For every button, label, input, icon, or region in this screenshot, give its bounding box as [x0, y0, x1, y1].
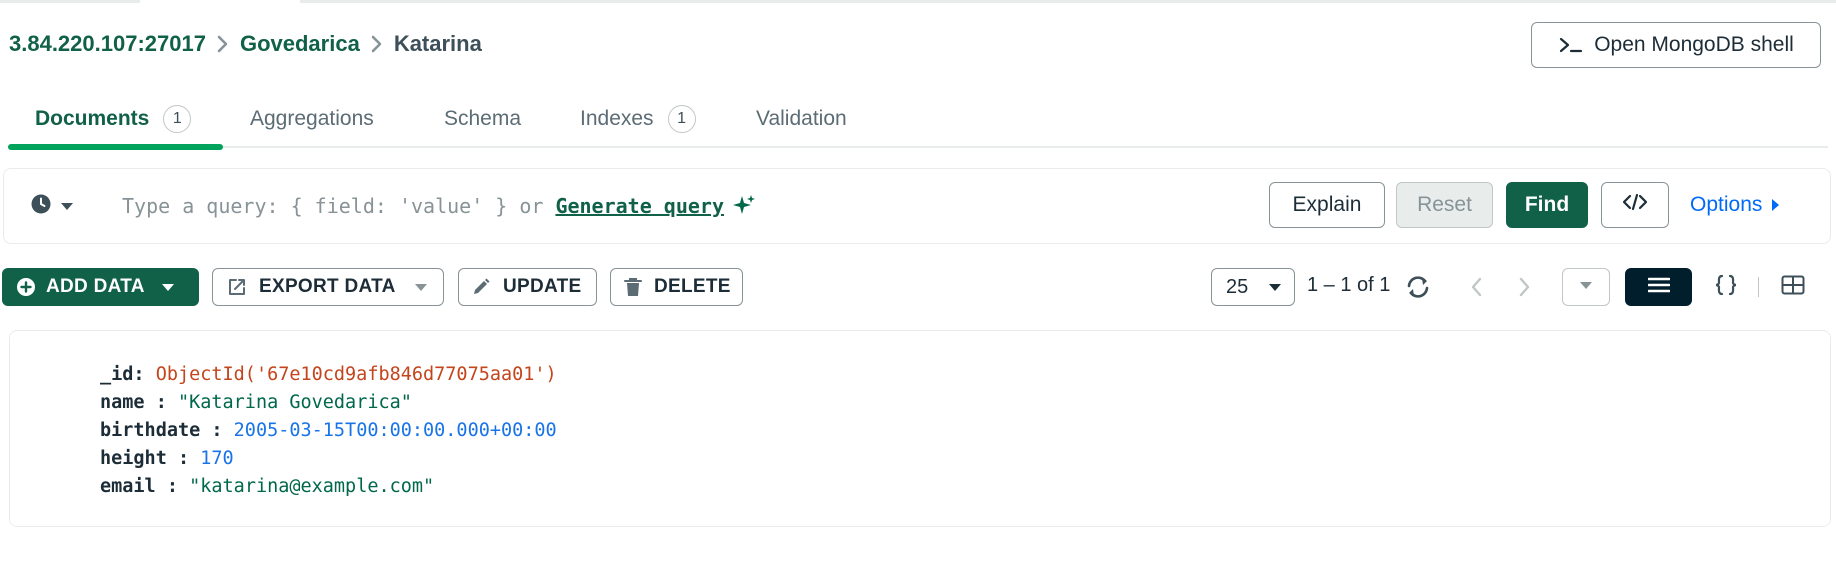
chevron-right-icon [216, 34, 230, 54]
top-border [0, 0, 1836, 3]
options-label: Options [1690, 193, 1763, 216]
explain-button[interactable]: Explain [1269, 182, 1385, 228]
code-icon [1622, 192, 1648, 218]
view-toggle [1625, 268, 1826, 306]
generate-query-link[interactable]: Generate query [555, 194, 724, 218]
update-button[interactable]: UPDATE [458, 268, 597, 306]
page-size-select[interactable]: 25 [1211, 268, 1295, 306]
add-data-button[interactable]: ADD DATA [2, 268, 199, 306]
active-tab-indicator [8, 144, 223, 150]
trash-icon [624, 277, 642, 297]
field-value[interactable]: 170 [200, 445, 233, 473]
tab-indexes[interactable]: Indexes 1 [580, 92, 696, 146]
chevron-down-icon [414, 282, 428, 292]
tab-schema-label: Schema [444, 107, 522, 130]
refresh-icon[interactable] [1405, 275, 1431, 299]
document-field-birthdate: birthdate : 2005-03-15T00:00:00.000+00:0… [100, 417, 557, 445]
terminal-icon [1558, 35, 1584, 55]
open-shell-button[interactable]: Open MongoDB shell [1531, 22, 1821, 68]
document-field-email: email : "katarina@example.com" [100, 473, 557, 501]
tab-indexes-label: Indexes [580, 107, 654, 130]
document-field-height: height : 170 [100, 445, 557, 473]
list-view-button[interactable] [1625, 268, 1692, 306]
pencil-icon [471, 277, 491, 297]
tab-validation[interactable]: Validation [756, 92, 847, 146]
reset-button[interactable]: Reset [1396, 182, 1493, 228]
field-value[interactable]: 2005-03-15T00:00:00.000+00:00 [234, 417, 557, 445]
find-button[interactable]: Find [1506, 182, 1588, 228]
caret-right-icon [1770, 198, 1780, 212]
collection-header: 3.84.220.107:27017 Govedarica Katarina O… [0, 22, 1836, 68]
page-size-value: 25 [1226, 275, 1249, 298]
delete-label: DELETE [654, 276, 731, 297]
breadcrumb-database[interactable]: Govedarica [240, 31, 360, 57]
chevron-down-icon [161, 282, 175, 292]
breadcrumb-host[interactable]: 3.84.220.107:27017 [9, 31, 206, 57]
tab-documents[interactable]: Documents 1 [35, 92, 192, 146]
tab-schema[interactable]: Schema [444, 92, 521, 146]
delete-button[interactable]: DELETE [610, 268, 743, 306]
breadcrumb-collection: Katarina [393, 31, 482, 56]
sparkle-icon [732, 194, 756, 218]
collection-tabs: Documents 1 Aggregations Schema Indexes … [8, 92, 1828, 150]
tab-aggregations[interactable]: Aggregations [250, 92, 374, 146]
field-separator: : [133, 364, 156, 385]
field-separator: : [200, 420, 234, 441]
pagination-dropdown[interactable] [1562, 268, 1610, 306]
query-history-button[interactable] [30, 193, 74, 220]
table-icon [1781, 275, 1805, 300]
query-bar: Type a query: { field: 'value' } or Gene… [3, 168, 1831, 244]
query-input[interactable]: Type a query: { field: 'value' } or Gene… [122, 191, 756, 221]
field-value[interactable]: ObjectId('67e10cd9afb846d77075aa01') [156, 361, 557, 389]
previous-page-icon[interactable] [1468, 275, 1486, 299]
document-field-id: _id: ObjectId('67e10cd9afb846d77075aa01'… [100, 361, 557, 389]
field-key: name [100, 392, 145, 413]
table-view-button[interactable] [1759, 268, 1826, 306]
export-icon [227, 277, 247, 297]
chevron-right-icon [370, 34, 384, 54]
open-shell-label: Open MongoDB shell [1594, 33, 1794, 56]
json-view-button[interactable] [1692, 268, 1759, 306]
options-button[interactable]: Options [1690, 182, 1802, 228]
query-placeholder: Type a query: { field: 'value' } or [122, 194, 544, 218]
field-key: birthdate [100, 420, 201, 441]
field-separator: : [166, 448, 201, 469]
export-data-label: EXPORT DATA [259, 276, 396, 297]
field-separator: : [155, 476, 190, 497]
field-separator: : [144, 392, 178, 413]
clock-icon [30, 193, 52, 220]
tab-documents-label: Documents [35, 107, 150, 130]
curly-braces-icon [1714, 274, 1738, 301]
chevron-down-icon [1579, 278, 1593, 296]
field-key: height [100, 448, 167, 469]
plus-circle-icon [16, 277, 36, 297]
field-key: _id [100, 364, 134, 385]
update-label: UPDATE [503, 276, 582, 297]
pagination-range: 1 – 1 of 1 [1307, 274, 1391, 296]
field-value[interactable]: "katarina@example.com" [189, 473, 434, 501]
document-fields: _id: ObjectId('67e10cd9afb846d77075aa01'… [100, 361, 557, 501]
documents-toolbar: ADD DATA EXPORT DATA UPDATE DELETE 25 1 … [0, 268, 1836, 306]
documents-count-badge: 1 [163, 105, 192, 133]
list-icon [1647, 276, 1670, 299]
next-page-icon[interactable] [1515, 275, 1533, 299]
export-data-button[interactable]: EXPORT DATA [212, 268, 444, 306]
tab-aggregations-label: Aggregations [250, 107, 374, 130]
document-field-name: name : "Katarina Govedarica" [100, 389, 557, 417]
export-to-language-button[interactable] [1601, 182, 1669, 228]
add-data-label: ADD DATA [46, 276, 145, 297]
indexes-count-badge: 1 [667, 105, 696, 133]
field-key: email [100, 476, 156, 497]
field-value[interactable]: "Katarina Govedarica" [178, 389, 412, 417]
breadcrumb: 3.84.220.107:27017 Govedarica Katarina [9, 31, 482, 57]
tab-validation-label: Validation [756, 107, 847, 130]
chevron-down-icon [60, 198, 74, 216]
document-card[interactable]: _id: ObjectId('67e10cd9afb846d77075aa01'… [9, 330, 1831, 527]
chevron-down-icon [1268, 283, 1282, 293]
